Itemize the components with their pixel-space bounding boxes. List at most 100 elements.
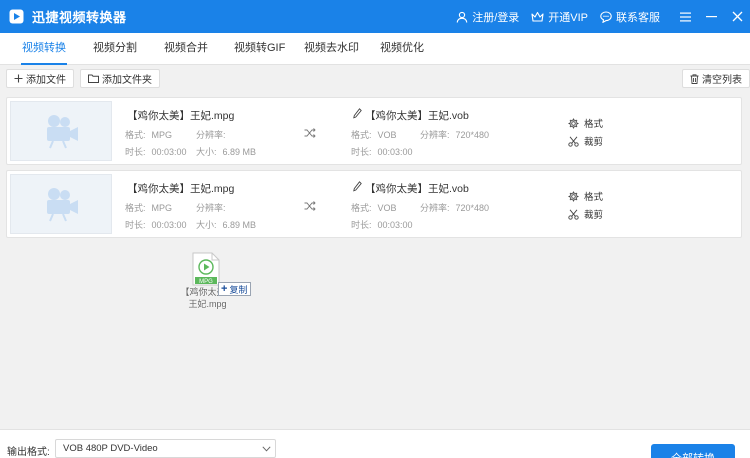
- drag-ghost: MPG 【鸡你太美】 王妃.mpg + 复制: [180, 248, 260, 312]
- rename-button[interactable]: [353, 181, 362, 192]
- source-format: 格式: MPG: [125, 128, 172, 141]
- tab-bar: 视频转换 视频分割 视频合并 视频转GIF 视频去水印 视频优化: [0, 33, 750, 65]
- source-size: 大小: 6.89 MB: [196, 218, 256, 231]
- trash-icon: [690, 73, 699, 84]
- crown-icon: [531, 11, 544, 22]
- output-duration-label: 时长:: [351, 147, 372, 157]
- output-format: 格式: VOB: [351, 128, 397, 141]
- scissors-icon: [568, 209, 579, 220]
- format-settings-label: 格式: [584, 192, 604, 203]
- pencil-icon: [353, 108, 362, 119]
- menu-icon: [679, 12, 691, 21]
- login-label: 注册/登录: [472, 11, 520, 24]
- cut-button[interactable]: 裁剪: [568, 207, 603, 221]
- source-file-name: 【鸡你太美】王妃.mpg: [127, 110, 235, 122]
- chevron-down-icon: [262, 444, 271, 455]
- support-label: 联系客服: [616, 11, 660, 24]
- output-format-label: 输出格式:: [7, 447, 50, 458]
- file-item[interactable]: 【鸡你太美】王妃.mpg 格式: MPG 分辨率: 时长: 00:03:00 大小:…: [6, 170, 742, 238]
- output-duration: 时长: 00:03:00: [351, 218, 413, 231]
- format-settings-button[interactable]: 格式: [568, 116, 603, 130]
- source-resolution-label: 分辨率:: [196, 130, 226, 140]
- source-format-value: MPG: [151, 130, 173, 140]
- convert-all-button[interactable]: 全部转换: [651, 444, 735, 458]
- video-thumbnail: [10, 174, 112, 234]
- bottom-bar: 输出格式: VOB 480P DVD-Video 全部转换: [0, 429, 750, 458]
- cut-label: 裁剪: [584, 210, 604, 221]
- tab-video-to-gif[interactable]: 视频转GIF: [234, 33, 285, 65]
- output-file-name: 【鸡你太美】王妃.vob: [365, 110, 469, 122]
- cut-label: 裁剪: [584, 137, 604, 148]
- output-format-value: VOB: [377, 203, 397, 213]
- ghost-badge: MPG: [199, 279, 213, 285]
- output-resolution-label: 分辨率:: [420, 203, 450, 213]
- source-duration: 时长: 00:03:00: [125, 218, 187, 231]
- app-title: 迅捷视频转换器: [32, 10, 127, 25]
- output-resolution: 分辨率: 720*480: [420, 201, 489, 214]
- shuffle-icon: [304, 128, 316, 138]
- source-size-value: 6.89 MB: [222, 220, 257, 230]
- source-duration: 时长: 00:03:00: [125, 145, 187, 158]
- pencil-icon: [353, 181, 362, 192]
- video-camera-icon: [47, 115, 78, 149]
- output-file-name: 【鸡你太美】王妃.vob: [365, 183, 469, 195]
- add-file-button[interactable]: 添加文件: [6, 69, 74, 88]
- tab-video-optimize[interactable]: 视频优化: [380, 33, 424, 65]
- gear-icon: [568, 191, 579, 201]
- vip-link[interactable]: 开通VIP: [531, 9, 588, 25]
- cut-button[interactable]: 裁剪: [568, 134, 603, 148]
- add-folder-button[interactable]: 添加文件夹: [80, 69, 160, 88]
- tab-video-merge[interactable]: 视频合并: [164, 33, 208, 65]
- output-format-select[interactable]: VOB 480P DVD-Video: [55, 439, 276, 458]
- tab-video-convert[interactable]: 视频转换: [21, 33, 67, 65]
- output-format: 格式: VOB: [351, 201, 397, 214]
- source-file-name: 【鸡你太美】王妃.mpg: [127, 183, 235, 195]
- source-format-label: 格式:: [125, 130, 146, 140]
- plus-icon: [14, 74, 23, 83]
- chat-icon: [600, 10, 612, 23]
- source-size-value: 6.89 MB: [222, 147, 257, 157]
- source-resolution: 分辨率:: [196, 201, 232, 214]
- output-format-label: 格式:: [351, 130, 372, 140]
- source-duration-value: 00:03:00: [151, 220, 187, 230]
- vip-label: 开通VIP: [548, 11, 588, 24]
- title-bar: 迅捷视频转换器 注册/登录 开通VIP 联系客服: [0, 0, 750, 33]
- source-size: 大小: 6.89 MB: [196, 145, 256, 158]
- close-button[interactable]: [724, 0, 750, 33]
- format-settings-button[interactable]: 格式: [568, 189, 603, 203]
- output-duration-value: 00:03:00: [377, 147, 413, 157]
- source-format-value: MPG: [151, 203, 173, 213]
- ghost-name-line2: 王妃.mpg: [188, 299, 227, 309]
- source-duration-label: 时长:: [125, 220, 146, 230]
- clear-list-button[interactable]: 清空列表: [682, 69, 750, 88]
- support-link[interactable]: 联系客服: [600, 9, 660, 25]
- rename-button[interactable]: [353, 108, 362, 119]
- login-link[interactable]: 注册/登录: [456, 9, 519, 25]
- folder-icon: [88, 74, 99, 83]
- copy-plus-icon: +: [221, 283, 228, 295]
- minimize-icon: [705, 16, 717, 18]
- output-resolution-value: 720*480: [455, 130, 490, 140]
- output-resolution-label: 分辨率:: [420, 130, 450, 140]
- user-icon: [456, 11, 468, 23]
- clear-list-label: 清空列表: [702, 75, 742, 86]
- video-thumbnail: [10, 101, 112, 161]
- source-format-label: 格式:: [125, 203, 146, 213]
- file-item[interactable]: 【鸡你太美】王妃.mpg 格式: MPG 分辨率: 时长: 00:03:00 大小:…: [6, 97, 742, 165]
- source-format: 格式: MPG: [125, 201, 172, 214]
- add-folder-label: 添加文件夹: [102, 75, 152, 86]
- output-duration-label: 时长:: [351, 220, 372, 230]
- add-file-label: 添加文件: [26, 75, 66, 86]
- minimize-button[interactable]: [698, 0, 724, 33]
- output-resolution: 分辨率: 720*480: [420, 128, 489, 141]
- tab-video-split[interactable]: 视频分割: [93, 33, 137, 65]
- toolbar: 添加文件 添加文件夹 清空列表: [0, 65, 750, 91]
- close-icon: [732, 11, 742, 22]
- output-resolution-value: 720*480: [455, 203, 490, 213]
- source-resolution: 分辨率:: [196, 128, 232, 141]
- tab-remove-watermark[interactable]: 视频去水印: [304, 33, 359, 65]
- source-duration-label: 时长:: [125, 147, 146, 157]
- gear-icon: [568, 118, 579, 128]
- menu-button[interactable]: [672, 0, 698, 33]
- output-format-value: VOB: [377, 130, 397, 140]
